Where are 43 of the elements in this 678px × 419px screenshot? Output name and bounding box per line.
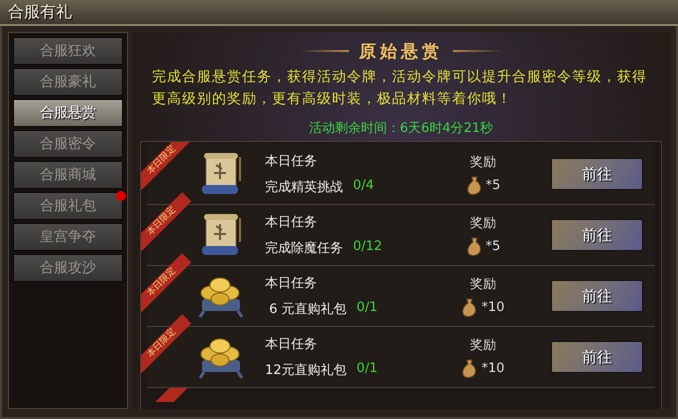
sidebar-tab[interactable]: 合服商城: [13, 161, 123, 189]
pouch-icon: [461, 297, 478, 317]
ribbon-label: 本日限定: [141, 142, 192, 190]
sidebar-tab[interactable]: 合服攻沙: [13, 254, 123, 282]
task-progress: 0/1: [356, 361, 378, 378]
task-name: 12元直购礼包: [265, 362, 347, 379]
ornament-line: [453, 50, 503, 52]
reward-count: *5: [486, 178, 500, 192]
reward-label: 奖励: [470, 276, 496, 293]
task-progress: 0/4: [353, 178, 374, 195]
pouch-icon: [466, 236, 482, 256]
task-name: 6 元直购礼包: [268, 301, 347, 318]
sidebar-tab[interactable]: 皇宫争夺: [13, 223, 123, 251]
task-name: 完成精英挑战: [265, 179, 343, 196]
description-text: 完成合服悬赏任务，获得活动令牌，活动令牌可以提升合服密令等级，获得更高级别的奖励，更有高级时装，极品材料等着你哦！: [152, 68, 648, 109]
go-button[interactable]: 前往: [551, 219, 643, 251]
sidebar-tab[interactable]: 合服豪礼: [13, 68, 123, 96]
reward-count: *10: [481, 360, 505, 376]
task-name: 完成除魔任务: [265, 240, 343, 257]
pouch-icon: [461, 358, 478, 378]
sidebar-tab[interactable]: 合服密令: [13, 130, 123, 158]
task-title: 本日任务: [265, 153, 318, 170]
task-progress: 0/1: [356, 300, 378, 317]
reward-count: *10: [481, 300, 505, 314]
task-title: 本日任务: [265, 275, 318, 292]
sidebar-tab[interactable]: 合服狂欢: [13, 37, 123, 65]
reward-label: 奖励: [470, 337, 496, 354]
go-button[interactable]: 前往: [551, 341, 643, 373]
task-title: 本日任务: [265, 214, 318, 231]
ornament-line: [299, 50, 349, 52]
window-title: 合服有礼: [8, 2, 72, 22]
reward-label: 奖励: [470, 154, 496, 171]
pouch-icon: [466, 175, 482, 195]
sidebar-tab[interactable]: 合服礼包: [13, 192, 123, 220]
panel-heading: 原始悬赏: [359, 40, 443, 62]
go-button[interactable]: 前往: [551, 280, 643, 312]
sidebar-tab[interactable]: 合服悬赏: [13, 99, 123, 127]
reward-count: *5: [486, 238, 500, 254]
reward-label: 奖励: [470, 215, 496, 232]
task-progress: 0/12: [353, 239, 382, 256]
countdown-text: 活动剩余时间：6天6时4分21秒: [308, 120, 494, 137]
go-button[interactable]: 前往: [551, 158, 643, 190]
task-title: 本日任务: [265, 336, 318, 353]
